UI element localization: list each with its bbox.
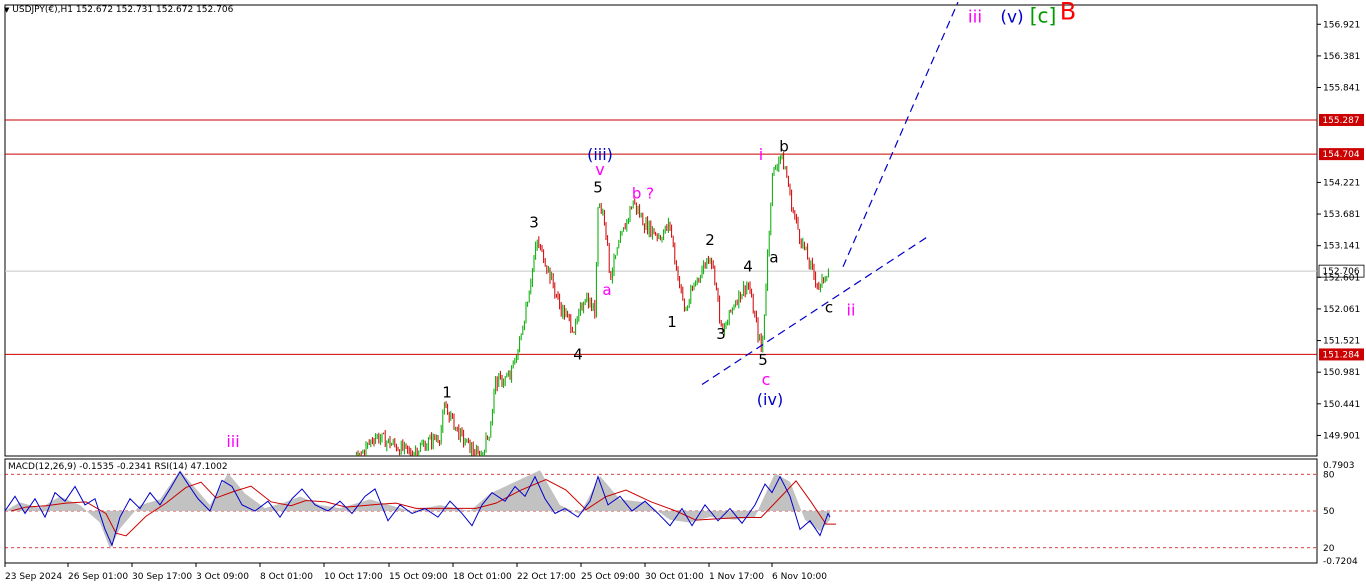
time-tick-label: 30 Oct 01:00 <box>645 572 704 582</box>
wave-label: c <box>825 299 833 317</box>
indicator-header: MACD(12,26,9) -0.1535 -0.2341 RSI(14) 47… <box>8 462 228 472</box>
wave-label: iii <box>968 8 982 28</box>
time-tick-label: 23 Sep 2024 <box>5 572 62 582</box>
price-tick-label: 149.901 <box>1323 431 1360 441</box>
wave-label: i <box>759 145 763 164</box>
wave-label: 2 <box>705 231 715 249</box>
level-label: 155.287 <box>1322 116 1359 126</box>
wave-label: (v) <box>1000 8 1023 28</box>
wave-label: 3 <box>716 325 726 343</box>
dropdown-arrow-icon[interactable]: ▼ <box>4 6 9 14</box>
indicator-scale-label: -0.7204 <box>1323 557 1358 567</box>
wave-label: iii <box>226 432 239 451</box>
wave-label: c <box>762 370 771 389</box>
time-tick-label: 6 Nov 10:00 <box>772 572 827 582</box>
indicator-panel: 0.7903805020-0.7204 <box>4 458 1358 567</box>
time-tick-label: 10 Oct 17:00 <box>324 572 383 582</box>
price-tick-label: 152.601 <box>1323 273 1360 283</box>
wave-label: 4 <box>573 345 583 363</box>
indicator-scale-label: 50 <box>1323 507 1335 517</box>
price-tick-label: 156.921 <box>1323 20 1360 30</box>
wave-label: a <box>769 249 778 267</box>
wave-label: b ? <box>632 184 654 202</box>
symbol-info: USDJPY(€),H1 152.672 152.731 152.672 152… <box>12 5 234 15</box>
time-axis: 23 Sep 2024 26 Sep 01:00 30 Sep 17:00 3 Oct… <box>4 563 827 582</box>
wave-label: B <box>1060 0 1076 26</box>
chart-canvas: 155.287154.704151.284152.706 iii (v) [c] B(… <box>4 0 1365 582</box>
time-tick-label: 18 Oct 01:00 <box>453 572 512 582</box>
price-axis: 156.921 156.381 155.841 154.221 153.681 153.1… <box>1317 20 1360 441</box>
wave-label: 5 <box>593 178 603 196</box>
time-tick-label: 22 Oct 17:00 <box>517 572 576 582</box>
wave-label: 3 <box>529 214 539 232</box>
time-tick-label: 26 Sep 01:00 <box>68 572 128 582</box>
wave-label: [c] <box>1030 4 1057 28</box>
wave-label: b <box>779 137 789 155</box>
wave-label: 4 <box>743 258 753 276</box>
time-tick-label: 8 Oct 01:00 <box>260 572 313 582</box>
wave-label: 1 <box>442 383 452 401</box>
main-chart-frame <box>4 4 1318 457</box>
price-tick-label: 151.521 <box>1323 337 1360 347</box>
price-tick-label: 153.141 <box>1323 242 1360 252</box>
price-tick-label: 152.061 <box>1323 305 1360 315</box>
wave-label: a <box>602 281 611 299</box>
wave-label: v <box>595 160 604 179</box>
price-tick-label: 153.681 <box>1323 210 1360 220</box>
price-tick-label: 155.841 <box>1323 84 1360 94</box>
symbol-header: ▼ USDJPY(€),H1 152.672 152.731 152.672 1… <box>4 5 233 15</box>
price-tick-label: 154.221 <box>1323 178 1360 188</box>
wave-label: ii <box>847 300 856 319</box>
wave-label: (iv) <box>757 390 783 409</box>
wave-label: 1 <box>667 313 677 331</box>
main-plot-border <box>4 4 1318 457</box>
time-tick-label: 3 Oct 09:00 <box>196 572 249 582</box>
indicator-scale-label: 80 <box>1323 470 1335 480</box>
time-tick-label: 15 Oct 09:00 <box>389 572 448 582</box>
price-tick-label: 150.981 <box>1323 368 1360 378</box>
time-tick-label: 30 Sep 17:00 <box>132 572 192 582</box>
indicator-scale-label: 20 <box>1323 544 1335 554</box>
level-label: 151.284 <box>1322 350 1359 360</box>
price-tick-label: 150.441 <box>1323 400 1360 410</box>
level-label: 154.704 <box>1322 150 1359 160</box>
time-tick-label: 1 Nov 17:00 <box>709 572 764 582</box>
time-tick-label: 25 Oct 09:00 <box>581 572 640 582</box>
wave-label: 5 <box>758 351 768 369</box>
price-tick-label: 156.381 <box>1323 52 1360 62</box>
